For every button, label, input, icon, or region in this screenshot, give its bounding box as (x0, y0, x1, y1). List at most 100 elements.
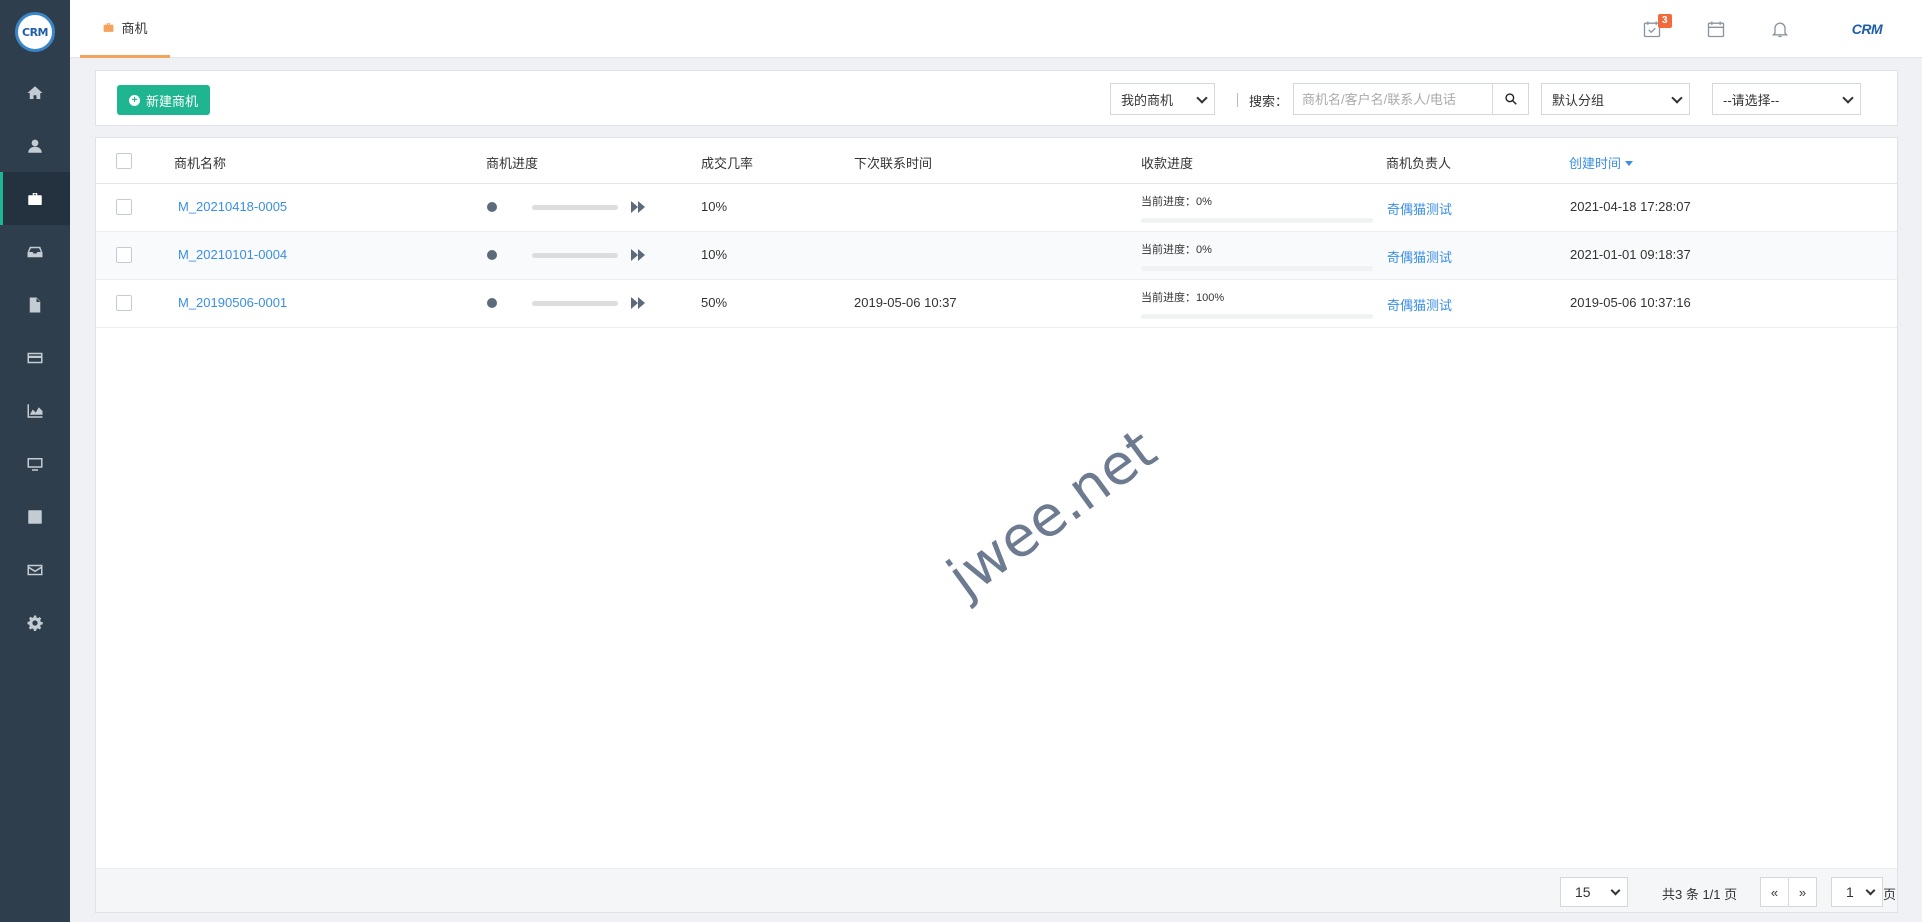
col-payment[interactable]: 收款进度 (1141, 153, 1193, 172)
created-time: 2019-05-06 10:37:16 (1570, 295, 1691, 310)
topbar: 商机 3 CRM (70, 0, 1922, 58)
notifications-button[interactable] (1748, 0, 1812, 58)
sort-desc-icon (1625, 161, 1634, 166)
close-rate: 50% (701, 295, 728, 310)
nav-home[interactable] (0, 66, 70, 119)
opportunity-name-link[interactable]: M_20210418-0005 (178, 199, 287, 214)
scope-select-value: 我的商机 (1121, 92, 1174, 108)
col-owner[interactable]: 商机负责人 (1386, 153, 1451, 172)
brand-logo[interactable]: CRM (1812, 21, 1922, 37)
page-suffix: 页 (1883, 887, 1897, 902)
nav-reports[interactable] (0, 384, 70, 437)
fast-forward-icon[interactable] (631, 249, 645, 261)
page-number-value: 1 (1846, 884, 1854, 900)
fast-forward-icon[interactable] (631, 201, 645, 213)
nav-opportunities[interactable] (0, 172, 70, 225)
col-name[interactable]: 商机名称 (174, 153, 226, 172)
stage-progress-bar (532, 253, 618, 258)
nav-screen[interactable] (0, 437, 70, 490)
payment-progress-label: 当前进度：100% (1141, 292, 1225, 304)
owner-link[interactable]: 奇偶猫测试 (1387, 199, 1452, 218)
envelope-icon (27, 564, 43, 575)
table-row[interactable]: M_20190506-0001 50% 2019-05-06 10:37 当前进度：1… (96, 280, 1897, 328)
row-checkbox[interactable] (116, 295, 132, 311)
payment-progress-bar (1141, 314, 1373, 319)
nav-settings[interactable] (0, 596, 70, 649)
row-checkbox[interactable] (116, 199, 132, 215)
user-icon (28, 139, 42, 153)
credit-card-icon (27, 352, 43, 363)
owner-link[interactable]: 奇偶猫测试 (1387, 295, 1452, 314)
next-page-button[interactable]: » (1788, 877, 1817, 907)
logo[interactable]: CRM (15, 12, 55, 52)
calendar-icon (1707, 21, 1725, 38)
col-created[interactable]: 创建时间 (1569, 153, 1634, 172)
top-icons: 3 CRM (1620, 0, 1922, 58)
briefcase-icon (28, 192, 42, 205)
stage-dot (487, 202, 497, 212)
page-size-select[interactable]: 15 (1560, 877, 1628, 907)
opportunity-name-link[interactable]: M_20190506-0001 (178, 295, 287, 310)
opportunity-table: 商机名称 商机进度 成交几率 下次联系时间 收款进度 商机负责人 创建时间 M_… (95, 137, 1898, 913)
col-stage[interactable]: 商机进度 (486, 153, 538, 172)
table-row[interactable]: M_20210101-0004 10% 当前进度：0% 奇偶猫测试 2021-01-01… (96, 232, 1897, 280)
close-rate: 10% (701, 247, 728, 262)
chevron-down-icon (1610, 885, 1621, 896)
nav-inbox[interactable] (0, 225, 70, 278)
table-header: 商机名称 商机进度 成交几率 下次联系时间 收款进度 商机负责人 创建时间 (96, 138, 1897, 184)
row-checkbox[interactable] (116, 247, 132, 263)
opportunity-name-link[interactable]: M_20210101-0004 (178, 247, 287, 262)
filter-select-value: --请选择-- (1723, 92, 1780, 108)
tab-label: 商机 (121, 21, 148, 36)
bell-icon (1771, 22, 1789, 38)
created-time: 2021-04-18 17:28:07 (1570, 199, 1691, 214)
tasks-button[interactable]: 3 (1620, 0, 1684, 58)
tab-opportunities[interactable]: 商机 (80, 0, 170, 58)
page-number-select[interactable]: 1 (1831, 877, 1883, 907)
payment-progress-label: 当前进度：0% (1141, 196, 1212, 208)
new-opportunity-label: 新建商机 (146, 93, 199, 109)
created-time: 2021-01-01 09:18:37 (1570, 247, 1691, 262)
pagination-summary: 共3 条 1/1 页 (1662, 887, 1738, 902)
nav-customers[interactable] (0, 119, 70, 172)
payment-progress-bar (1141, 266, 1373, 271)
scope-select[interactable]: 我的商机 (1110, 83, 1215, 115)
chevron-down-icon (1865, 885, 1876, 896)
tasks-badge: 3 (1658, 14, 1672, 28)
payment-progress-label: 当前进度：0% (1141, 244, 1212, 256)
nav-payments[interactable] (0, 331, 70, 384)
col-rate[interactable]: 成交几率 (701, 153, 753, 172)
plus-circle-icon: + (129, 94, 140, 106)
nav-mail[interactable] (0, 543, 70, 596)
area-chart-icon (27, 403, 43, 418)
search-button[interactable] (1492, 83, 1529, 115)
chevron-down-icon (1196, 92, 1208, 104)
next-contact-time: 2019-05-06 10:37 (854, 295, 957, 310)
divider (1237, 93, 1238, 107)
table-row[interactable]: M_20210418-0005 10% 当前进度：0% 奇偶猫测试 2021-04-18… (96, 184, 1897, 232)
stage-dot (487, 250, 497, 260)
fast-forward-icon[interactable] (631, 297, 645, 309)
home-icon (27, 85, 43, 99)
select-all-checkbox[interactable] (116, 153, 132, 169)
calendar-button[interactable] (1684, 0, 1748, 58)
prev-page-button[interactable]: « (1760, 877, 1789, 907)
nav-contracts[interactable] (0, 278, 70, 331)
stage-dot (487, 298, 497, 308)
owner-link[interactable]: 奇偶猫测试 (1387, 247, 1452, 266)
col-next-contact[interactable]: 下次联系时间 (854, 153, 932, 172)
search-icon (1504, 93, 1517, 105)
watermark: jwee.net (936, 416, 1169, 611)
group-select[interactable]: 默认分组 (1541, 83, 1690, 115)
new-opportunity-button[interactable]: + 新建商机 (117, 85, 211, 115)
gear-icon (27, 615, 43, 631)
chevron-down-icon (1842, 92, 1854, 104)
filter-select[interactable]: --请选择-- (1712, 83, 1861, 115)
toolbar: + 新建商机 我的商机 搜索： 默认分组 --请选择-- (95, 70, 1898, 126)
inbox-icon (27, 246, 43, 257)
close-rate: 10% (701, 199, 728, 214)
search-input[interactable] (1293, 83, 1493, 115)
sidebar: CRM (0, 0, 70, 922)
nav-calls[interactable] (0, 490, 70, 543)
monitor-icon (27, 457, 43, 471)
